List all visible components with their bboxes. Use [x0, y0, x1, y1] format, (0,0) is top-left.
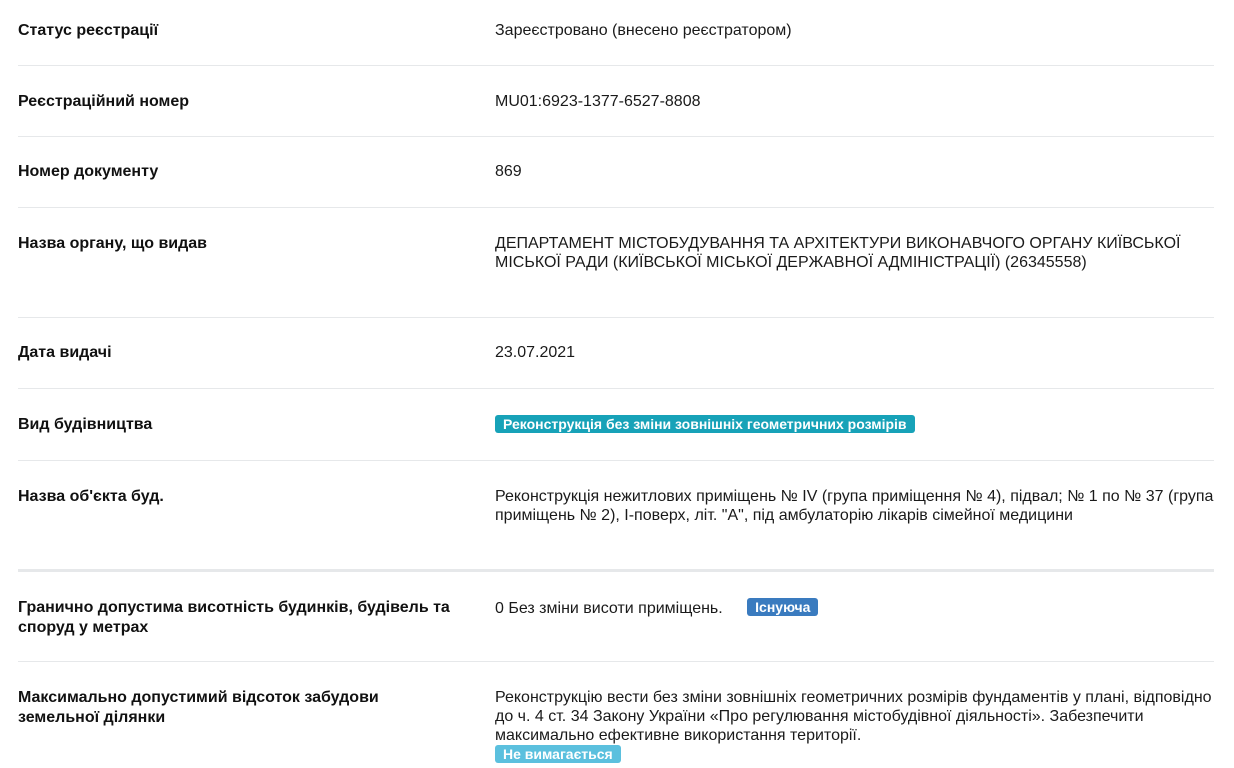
- field-value: 869: [495, 163, 522, 180]
- field-label: Дата видачі: [18, 344, 112, 361]
- field-label: Реєстраційний номер: [18, 93, 190, 110]
- row-registration-status: Статус реєстрації Зареєстровано (внесено…: [18, 0, 1214, 66]
- row-registration-number: Реєстраційний номер MU01:6923-1377-6527-…: [18, 66, 1214, 137]
- field-label: Гранично допустима висотність будинків, …: [18, 599, 450, 636]
- field-value: ДЕПАРТАМЕНТ МІСТОБУДУВАННЯ ТА АРХІТЕКТУР…: [495, 235, 1181, 271]
- row-issue-date: Дата видачі 23.07.2021: [18, 318, 1214, 389]
- field-value: Реконструкція нежитлових приміщень № IV …: [495, 488, 1214, 524]
- max-height-text: 0 Без зміни висоти приміщень.: [495, 600, 723, 617]
- field-label: Номер документу: [18, 163, 159, 180]
- max-building-text: Реконструкцію вести без зміни зовнішніх …: [495, 689, 1212, 744]
- existing-badge: Існуюча: [747, 598, 819, 616]
- registration-details-table: Статус реєстрації Зареєстровано (внесено…: [18, 0, 1214, 768]
- field-label: Вид будівництва: [18, 416, 153, 433]
- field-value: 0 Без зміни висоти приміщень. Існуюча: [495, 598, 1215, 618]
- field-value: MU01:6923-1377-6527-8808: [495, 93, 701, 110]
- field-value: Реконструкцію вести без зміни зовнішніх …: [495, 688, 1215, 765]
- field-label: Статус реєстрації: [18, 22, 159, 39]
- not-required-badge: Не вимагається: [495, 745, 621, 763]
- row-construction-type: Вид будівництва Реконструкція без зміни …: [18, 389, 1214, 461]
- field-label: Максимально допустимий відсоток забудови…: [18, 689, 379, 726]
- field-value: 23.07.2021: [495, 344, 576, 361]
- field-value: Реконструкція без зміни зовнішніх геомет…: [495, 415, 1215, 435]
- row-max-building-percent: Максимально допустимий відсоток забудови…: [18, 662, 1214, 768]
- row-document-number: Номер документу 869: [18, 137, 1214, 208]
- field-label: Назва органу, що видав: [18, 235, 207, 252]
- field-value: Зареєстровано (внесено реєстратором): [495, 22, 792, 39]
- construction-type-badge: Реконструкція без зміни зовнішніх геомет…: [495, 415, 915, 433]
- row-object-name: Назва об'єкта буд. Реконструкція нежитло…: [18, 461, 1214, 572]
- field-label: Назва об'єкта буд.: [18, 488, 164, 505]
- row-max-height: Гранично допустима висотність будинків, …: [18, 572, 1214, 662]
- row-issuing-authority: Назва органу, що видав ДЕПАРТАМЕНТ МІСТО…: [18, 208, 1214, 318]
